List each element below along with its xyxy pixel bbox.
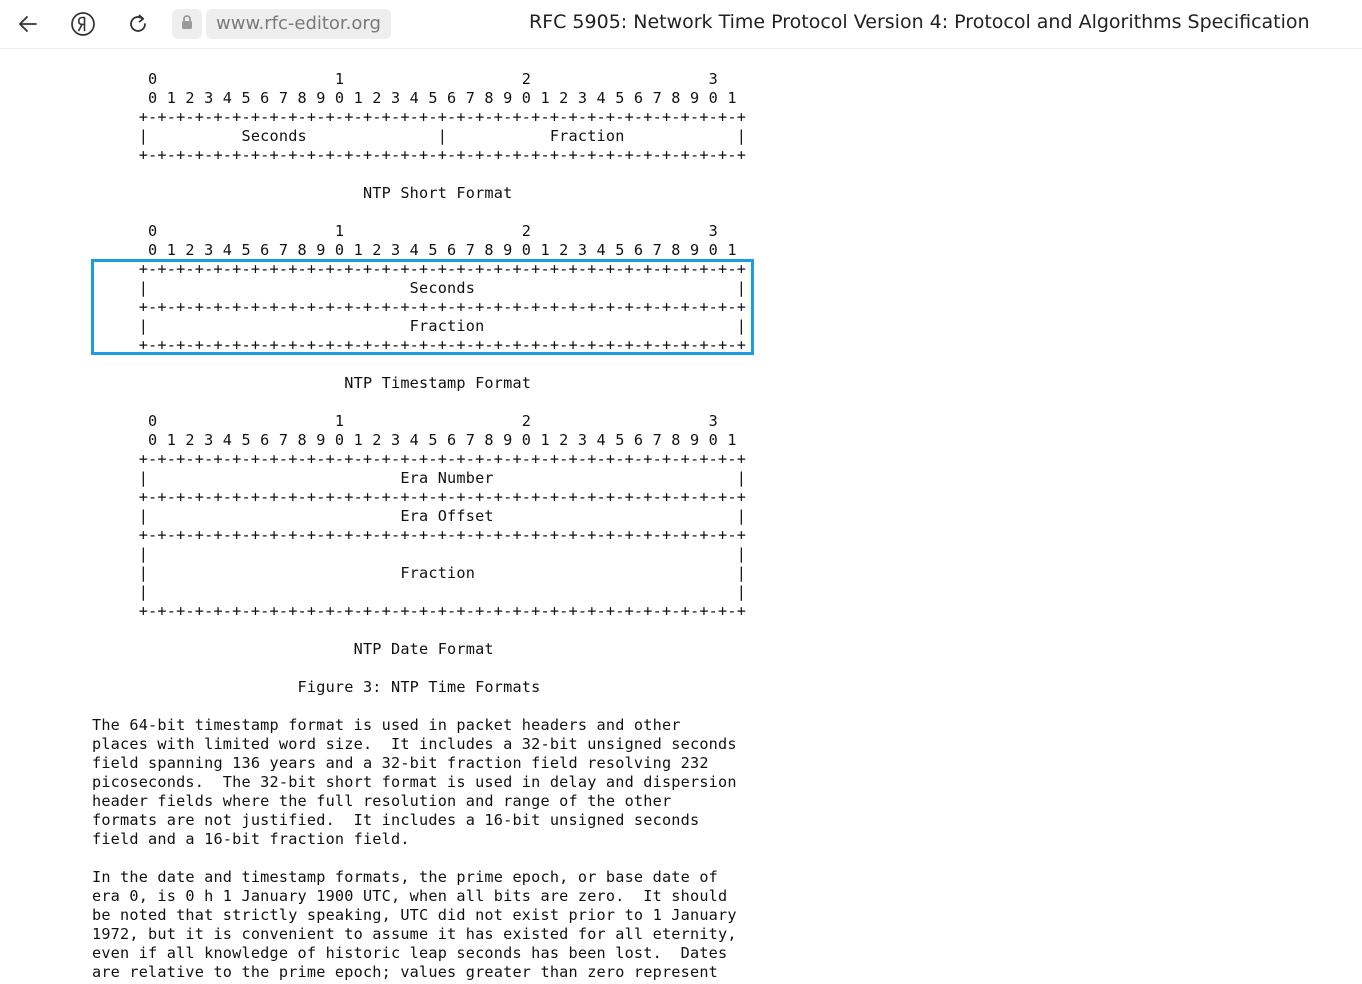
yandex-button[interactable]	[67, 8, 99, 40]
site-info-button[interactable]	[172, 8, 202, 39]
document-line: +-+-+-+-+-+-+-+-+-+-+-+-+-+-+-+-+-+-+-+-…	[92, 450, 747, 468]
document-line: | Fraction |	[92, 317, 747, 335]
document-line: 0 1 2 3 4 5 6 7 8 9 0 1 2 3 4 5 6 7 8 9 …	[92, 89, 737, 107]
arrow-left-icon	[17, 13, 39, 35]
document-line: | Era Number |	[92, 469, 747, 487]
reload-icon	[126, 12, 150, 36]
document-line: are relative to the prime epoch; values …	[92, 963, 719, 981]
document-line: 0 1 2 3	[92, 222, 719, 240]
document-line: | Seconds | Fraction |	[92, 127, 747, 145]
document-line: header fields where the full resolution …	[92, 792, 672, 810]
rfc-document-text: 0 1 2 3 0 1 2 3 4 5 6 7 8 9 0 1 2 3 4 5 …	[92, 70, 746, 982]
document-line: | Era Offset |	[92, 507, 747, 525]
document-line	[92, 165, 746, 184]
document-line: +-+-+-+-+-+-+-+-+-+-+-+-+-+-+-+-+-+-+-+-…	[92, 108, 747, 126]
document-line: In the date and timestamp formats, the p…	[92, 868, 719, 886]
document-line: | |	[92, 545, 747, 563]
document-line: field spanning 136 years and a 32-bit fr…	[92, 754, 709, 772]
document-line	[92, 203, 746, 222]
document-line: places with limited word size. It includ…	[92, 735, 737, 753]
document-line: +-+-+-+-+-+-+-+-+-+-+-+-+-+-+-+-+-+-+-+-…	[92, 488, 747, 506]
browser-toolbar: www.rfc-editor.org RFC 5905: Network Tim…	[0, 0, 1362, 49]
document-line	[92, 621, 746, 640]
document-line: Figure 3: NTP Time Formats	[92, 678, 541, 696]
document-line: era 0, is 0 h 1 January 1900 UTC, when a…	[92, 887, 728, 905]
lock-icon	[179, 14, 195, 34]
page-title: RFC 5905: Network Time Protocol Version …	[529, 11, 1310, 33]
document-line: 0 1 2 3 4 5 6 7 8 9 0 1 2 3 4 5 6 7 8 9 …	[92, 241, 737, 259]
document-line: 0 1 2 3	[92, 70, 719, 88]
back-button[interactable]	[12, 8, 44, 40]
document-line	[92, 849, 746, 868]
document-line: | Seconds |	[92, 279, 747, 297]
document-line: even if all knowledge of historic leap s…	[92, 944, 728, 962]
document-line	[92, 355, 746, 374]
address-bar[interactable]: www.rfc-editor.org	[172, 8, 392, 39]
yandex-logo-icon	[70, 11, 96, 37]
document-line: NTP Timestamp Format	[92, 374, 532, 392]
document-line: | |	[92, 583, 747, 601]
document-line: NTP Short Format	[92, 184, 513, 202]
document-line: The 64-bit timestamp format is used in p…	[92, 716, 681, 734]
document-line: +-+-+-+-+-+-+-+-+-+-+-+-+-+-+-+-+-+-+-+-…	[92, 260, 747, 278]
document-line: field and a 16-bit fraction field.	[92, 830, 410, 848]
document-line: +-+-+-+-+-+-+-+-+-+-+-+-+-+-+-+-+-+-+-+-…	[92, 146, 747, 164]
document-line: 0 1 2 3	[92, 412, 719, 430]
document-line: picoseconds. The 32-bit short format is …	[92, 773, 737, 791]
document-line: | Fraction |	[92, 564, 747, 582]
document-line: formats are not justified. It includes a…	[92, 811, 700, 829]
document-line: +-+-+-+-+-+-+-+-+-+-+-+-+-+-+-+-+-+-+-+-…	[92, 526, 747, 544]
document-line	[92, 659, 746, 678]
document-line: +-+-+-+-+-+-+-+-+-+-+-+-+-+-+-+-+-+-+-+-…	[92, 336, 747, 354]
document-line: be noted that strictly speaking, UTC did…	[92, 906, 737, 924]
document-line: +-+-+-+-+-+-+-+-+-+-+-+-+-+-+-+-+-+-+-+-…	[92, 298, 747, 316]
document-line: 1972, but it is convenient to assume it …	[92, 925, 737, 943]
document-line: 0 1 2 3 4 5 6 7 8 9 0 1 2 3 4 5 6 7 8 9 …	[92, 431, 737, 449]
document-line: NTP Date Format	[92, 640, 494, 658]
reload-button[interactable]	[122, 8, 154, 40]
document-line: +-+-+-+-+-+-+-+-+-+-+-+-+-+-+-+-+-+-+-+-…	[92, 602, 747, 620]
document-line	[92, 393, 746, 412]
document-line	[92, 697, 746, 716]
url-text[interactable]: www.rfc-editor.org	[206, 8, 391, 39]
